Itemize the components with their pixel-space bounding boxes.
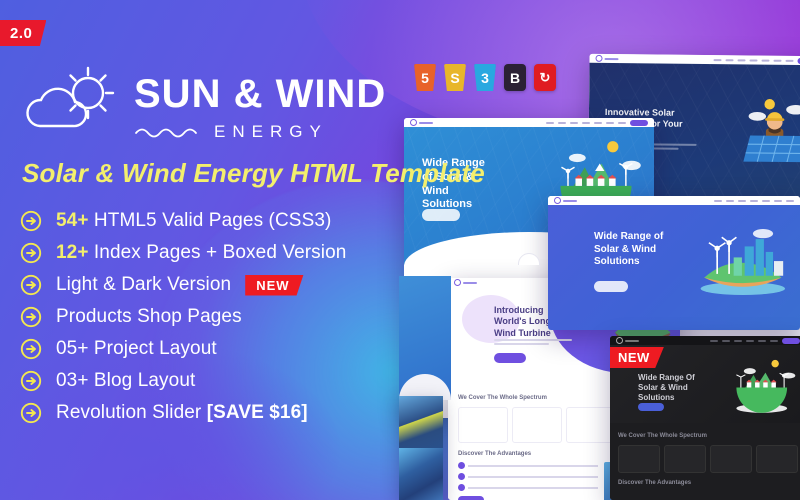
new-badge: NEW [245,274,304,296]
arrow-circle-icon [20,370,42,392]
feature-row: Light & Dark Version NEW [20,269,346,301]
mockup-nav-links [546,119,648,126]
logo-title: SUN & WIND [134,72,387,116]
feature-label: 03+ Blog Layout [56,370,196,391]
mockup-section-title-2: Discover The Advantages [618,480,692,486]
mockup-card-row [618,445,798,473]
sass-badge: S [444,64,466,91]
feature-text: 54+ HTML5 Valid Pages (CSS3) [56,210,331,232]
mockup-logo [410,119,433,126]
mockup-logo [595,54,619,62]
city-island-illustration [700,229,785,295]
bootstrap-badge: B [504,64,526,91]
html5-badge: 5 [414,64,436,91]
promo-poster: 2.0 SUN & WIND ENERGY Solar & Wind Energ… [0,0,800,500]
sun-cloud-icon [26,66,115,128]
mockup-card[interactable] [512,407,562,443]
mockup-card[interactable] [756,445,798,473]
feature-save-label: [SAVE $16] [206,402,308,423]
feature-label: Index Pages + Boxed Version [93,242,347,263]
mockup-logo [454,279,477,286]
mockup-hero: NEW Wide Range Of Solar & Wind Solutions [610,345,800,423]
mockup-side-column [399,276,451,400]
arrow-circle-icon [20,210,42,232]
revolution-slider-badge-icon: ↻ [539,69,551,85]
mockup-card[interactable] [710,445,752,473]
bootstrap-badge-label: B [509,69,521,86]
mockup-hero: Wide Range of Solar & Wind Solutions [548,205,800,330]
mockup-photo-strip [399,396,443,500]
new-ribbon: NEW [610,347,664,368]
mockup-navbar [404,118,654,127]
mockup-hero-headline: Wide Range of Solar & Wind Solutions [594,231,664,267]
mockup-nav-links [713,57,800,64]
mockup-card[interactable] [566,407,616,443]
mockup-nav-button [630,119,648,126]
version-label: 2.0 [10,24,33,42]
feature-row: 54+ HTML5 Valid Pages (CSS3) [20,205,346,237]
arrow-circle-icon [20,338,42,360]
sass-badge-label: S [450,69,460,86]
html5-badge-label: 5 [421,69,429,86]
arrow-circle-icon [20,306,42,328]
mockup-lower-section: We Cover The Whole Spectrum Discover The… [610,423,800,500]
mockup-hero-cta[interactable] [494,353,526,363]
css3-badge: 3 [474,64,496,91]
feature-row: 03+ Blog Layout [20,365,346,397]
mockup-navbar [610,336,800,345]
solar-worker-photo [399,396,443,448]
feature-label: HTML5 Valid Pages (CSS3) [93,210,332,231]
mockup-hero-cta[interactable] [422,209,460,221]
green-globe-illustration [736,359,796,413]
feature-label: Revolution Slider [56,402,207,423]
mockup-hero-paragraph [494,339,572,347]
revolution-slider-badge: ↻ [534,64,556,91]
feature-text: 05+ Project Layout [56,338,217,360]
mockup-dark-version: NEW Wide Range Of Solar & Wind Solutions [610,336,800,500]
version-ribbon: 2.0 [0,20,47,46]
page-tagline: Solar & Wind Energy HTML Template [22,158,485,188]
feature-row: Products Shop Pages [20,301,346,333]
feature-highlight: 54+ [56,210,89,231]
feature-row: Revolution Slider [SAVE $16] [20,397,346,429]
mockup-hero-cta[interactable] [638,403,664,411]
solar-worker-illustration [743,99,800,163]
solar-farm-photo [399,448,443,500]
css3-badge-label: 3 [481,69,489,86]
arrow-circle-icon [20,274,42,296]
feature-label: Products Shop Pages [56,306,242,327]
feature-text: Light & Dark Version [56,274,231,296]
feature-highlight: 12+ [56,242,89,263]
mockup-nav-links [714,199,794,202]
feature-text: Revolution Slider [SAVE $16] [56,402,308,424]
mockup-card[interactable] [618,445,660,473]
mockup-wide-range-indigo: Wide Range of Solar & Wind Solutions [548,196,800,330]
tech-badge-row: 5 S 3 B ↻ [414,64,556,91]
mockup-section-title: We Cover The Whole Spectrum [618,433,707,439]
wave-line-icon [135,128,197,137]
feature-row: 05+ Project Layout [20,333,346,365]
arrow-circle-icon [20,242,42,264]
feature-label: 05+ Project Layout [56,338,217,359]
feature-row: 12+ Index Pages + Boxed Version [20,237,346,269]
logo-subtitle: ENERGY [214,122,328,141]
mockup-card[interactable] [458,407,508,443]
mockup-hero-cta[interactable] [594,281,628,292]
feature-text: Products Shop Pages [56,306,242,328]
feature-text: 03+ Blog Layout [56,370,195,392]
mockup-nav-button [782,337,800,344]
mockup-nav-links [710,337,800,344]
feature-text: 12+ Index Pages + Boxed Version [56,242,346,264]
mockup-logo [554,197,577,204]
feature-list: 54+ HTML5 Valid Pages (CSS3) 12+ Index P… [20,205,346,429]
mockup-hero-headline: Wide Range Of Solar & Wind Solutions [638,373,695,402]
arrow-circle-icon [20,402,42,424]
mockup-navbar [548,196,800,205]
logo: SUN & WIND ENERGY [22,62,386,140]
mockup-logo [616,337,639,344]
feature-label: Light & Dark Version [56,274,232,295]
mockup-bullet-list [458,462,598,500]
mockup-secondary-cta[interactable] [458,496,484,500]
mockup-card[interactable] [664,445,706,473]
